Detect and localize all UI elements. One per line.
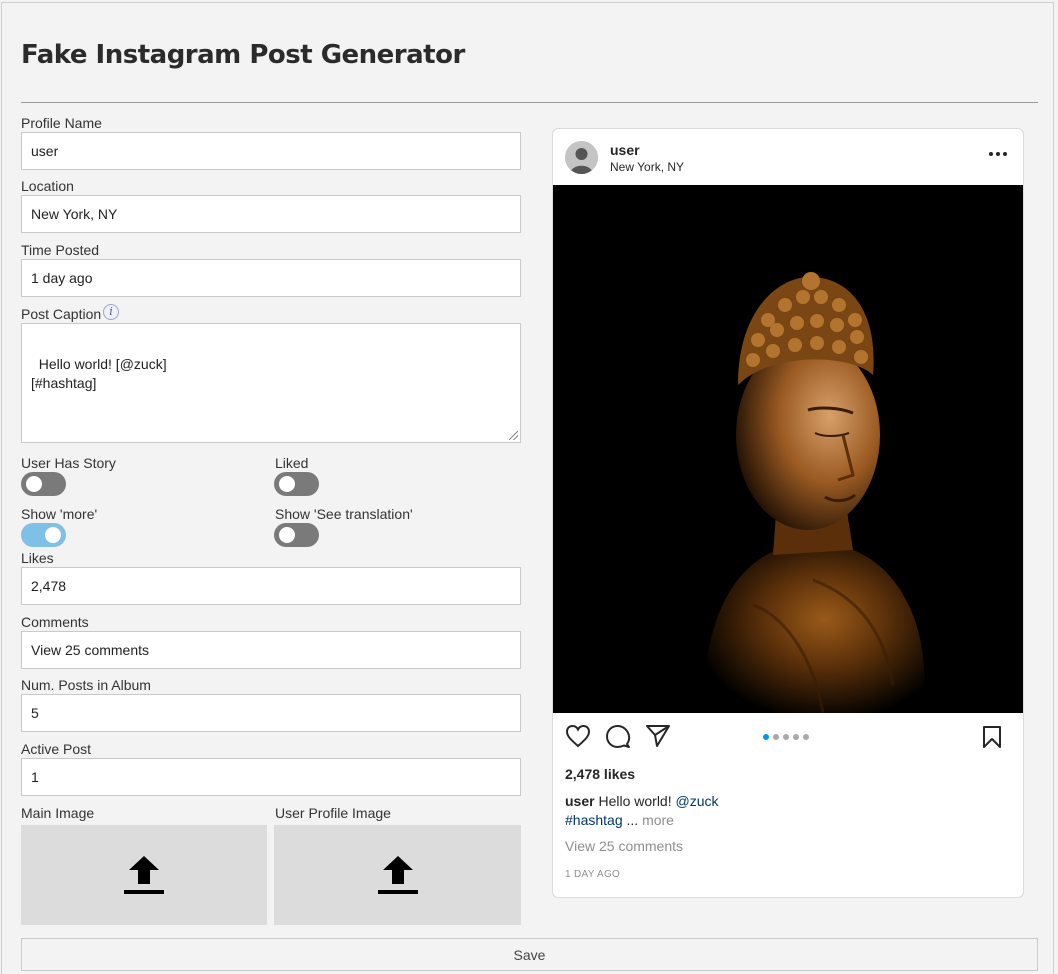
main-image-label: Main Image bbox=[21, 805, 95, 821]
carousel-dot bbox=[783, 734, 789, 740]
more-options-icon[interactable] bbox=[989, 152, 1007, 156]
divider bbox=[21, 102, 1038, 103]
liked-toggle[interactable] bbox=[274, 472, 319, 496]
post-location[interactable]: New York, NY bbox=[610, 160, 684, 174]
likes-count[interactable]: 2,478 likes bbox=[565, 766, 635, 782]
post-caption-textarea[interactable]: Hello world! [@zuck] [#hashtag] bbox=[21, 323, 521, 443]
caption-ellipsis: ... bbox=[626, 812, 639, 828]
post-caption-label: Post Caption bbox=[21, 306, 102, 322]
comment-icon[interactable] bbox=[605, 724, 631, 750]
time-posted-label: Time Posted bbox=[21, 242, 100, 258]
show-translation-toggle[interactable] bbox=[274, 523, 319, 547]
carousel-dot bbox=[763, 734, 769, 740]
profile-name-label: Profile Name bbox=[21, 115, 102, 131]
buddha-statue-image bbox=[553, 185, 1023, 713]
view-comments-link[interactable]: View 25 comments bbox=[565, 838, 683, 854]
save-button[interactable]: Save bbox=[21, 938, 1038, 971]
bookmark-icon[interactable] bbox=[981, 725, 1003, 749]
info-icon[interactable]: i bbox=[103, 304, 119, 320]
carousel-dot bbox=[773, 734, 779, 740]
likes-input[interactable]: 2,478 bbox=[21, 567, 521, 605]
avatar[interactable] bbox=[565, 141, 598, 174]
page-title: Fake Instagram Post Generator bbox=[21, 40, 465, 70]
toggle-knob bbox=[279, 527, 295, 543]
profile-name-input[interactable]: user bbox=[21, 132, 521, 170]
carousel-indicator bbox=[763, 734, 809, 740]
caption-username[interactable]: user bbox=[565, 793, 595, 809]
show-more-label: Show 'more' bbox=[21, 506, 98, 522]
post-username[interactable]: user bbox=[610, 142, 640, 158]
toggle-knob bbox=[45, 527, 61, 543]
post-preview-card: user New York, NY 2,478 likes user Hello… bbox=[552, 128, 1024, 898]
caption-text: Hello world! bbox=[598, 793, 672, 809]
liked-label: Liked bbox=[275, 455, 309, 471]
show-translation-label: Show 'See translation' bbox=[275, 506, 413, 522]
active-post-label: Active Post bbox=[21, 741, 92, 757]
post-image bbox=[553, 185, 1023, 713]
post-timestamp: 1 DAY AGO bbox=[565, 869, 621, 880]
upload-icon bbox=[124, 856, 164, 894]
default-avatar-icon bbox=[565, 141, 598, 174]
toggle-knob bbox=[26, 476, 42, 492]
user-has-story-toggle[interactable] bbox=[21, 472, 66, 496]
time-posted-input[interactable]: 1 day ago bbox=[21, 259, 521, 297]
likes-label: Likes bbox=[21, 550, 54, 566]
upload-icon bbox=[377, 856, 418, 894]
profile-image-upload[interactable] bbox=[274, 825, 521, 925]
caption-more-link[interactable]: more bbox=[642, 812, 674, 828]
show-more-toggle[interactable] bbox=[21, 523, 66, 547]
carousel-dot bbox=[803, 734, 809, 740]
active-post-input[interactable]: 1 bbox=[21, 758, 521, 796]
user-has-story-label: User Has Story bbox=[21, 455, 116, 471]
toggle-knob bbox=[279, 476, 295, 492]
caption-hashtag[interactable]: #hashtag bbox=[565, 812, 623, 828]
main-image-upload[interactable] bbox=[21, 825, 267, 925]
carousel-dot bbox=[793, 734, 799, 740]
comments-input[interactable]: View 25 comments bbox=[21, 631, 521, 669]
share-icon[interactable] bbox=[645, 724, 671, 748]
profile-image-label: User Profile Image bbox=[275, 805, 391, 821]
location-label: Location bbox=[21, 178, 74, 194]
caption-mention[interactable]: @zuck bbox=[676, 793, 719, 809]
num-posts-label: Num. Posts in Album bbox=[21, 677, 151, 693]
post-caption-text: Hello world! [@zuck] [#hashtag] bbox=[31, 356, 167, 391]
post-caption: user Hello world! @zuck #hashtag ... mor… bbox=[565, 792, 1005, 830]
resize-handle-icon[interactable] bbox=[509, 431, 518, 440]
location-input[interactable]: New York, NY bbox=[21, 195, 521, 233]
comments-label: Comments bbox=[21, 614, 89, 630]
num-posts-input[interactable]: 5 bbox=[21, 694, 521, 732]
heart-icon[interactable] bbox=[565, 724, 591, 748]
